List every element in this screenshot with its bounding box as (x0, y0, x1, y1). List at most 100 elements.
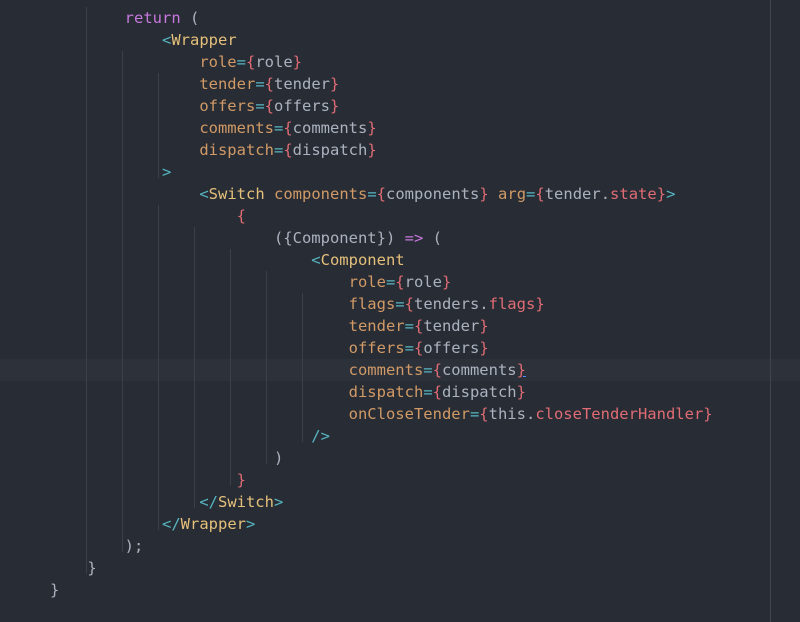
code-line[interactable]: 66 <Wrapper (0, 29, 800, 51)
code-token: comments (199, 119, 274, 137)
line-code: ({Component}) => ( (50, 227, 442, 249)
code-token: = (395, 295, 405, 313)
code-line[interactable]: 91} (0, 579, 800, 601)
code-line[interactable]: 80 offers={offers} (0, 337, 800, 359)
code-line[interactable]: 86 } (0, 469, 800, 491)
code-line[interactable]: 73 <Switch components={components} arg={… (0, 183, 800, 205)
code-token: { (404, 295, 414, 313)
code-token: this. (488, 405, 536, 423)
indent-guide (122, 51, 123, 552)
code-token: dispatch (199, 141, 274, 159)
indent-guide (302, 293, 303, 442)
code-token: { (283, 141, 293, 159)
code-token: role (255, 53, 293, 71)
code-line[interactable]: 81 comments={comments} (0, 359, 800, 381)
code-token: < (311, 251, 321, 269)
line-number: 73 (0, 183, 25, 205)
code-token: tender (274, 75, 330, 93)
code-token: arg (498, 185, 527, 203)
code-token: { (376, 185, 387, 203)
code-line[interactable]: 88 </Wrapper> (0, 513, 800, 535)
line-code: <Switch components={components} arg={ten… (50, 183, 675, 205)
code-line[interactable]: 85 ) (0, 447, 800, 469)
code-token: < (199, 185, 209, 203)
code-token: { (413, 317, 424, 335)
code-line[interactable]: 72 > (0, 161, 800, 183)
code-token: = (404, 317, 414, 335)
code-token: offers (199, 97, 256, 115)
code-token: { (236, 207, 246, 225)
line-code: tender={tender} (50, 315, 489, 337)
code-token: = (255, 75, 265, 93)
code-line[interactable]: 68 tender={tender} (0, 73, 800, 95)
code-token: = (423, 361, 433, 379)
code-line[interactable]: 87 </Switch> (0, 491, 800, 513)
code-token: offers (423, 339, 480, 357)
code-line[interactable]: 75 ({Component}) => ( (0, 227, 800, 249)
code-token: = (273, 141, 284, 159)
code-line[interactable]: 77 role={role} (0, 271, 800, 293)
line-number: 77 (0, 271, 25, 293)
code-token: role (348, 273, 386, 291)
code-token: components (274, 185, 368, 203)
code-line[interactable]: 65 return ( (0, 7, 800, 29)
line-code: ) (50, 447, 283, 469)
code-line[interactable]: 70 comments={comments} (0, 117, 800, 139)
line-number: 92 (0, 601, 25, 622)
code-token: Wrapper (171, 31, 237, 49)
code-line[interactable]: 92 (0, 601, 800, 622)
code-token: dispatch (292, 141, 368, 159)
code-line[interactable]: 74 { (0, 205, 800, 227)
line-number: 88 (0, 513, 25, 535)
line-number: 79 (0, 315, 25, 337)
code-token: > (161, 163, 172, 181)
code-line[interactable]: 89 ); (0, 535, 800, 557)
indent-guide (266, 271, 267, 464)
code-token: Wrapper (180, 515, 246, 533)
code-token: role (404, 273, 442, 291)
code-token: comments (441, 361, 517, 379)
code-line[interactable]: 83 onCloseTender={this.closeTenderHandle… (0, 403, 800, 425)
line-number: 66 (0, 29, 25, 51)
code-token: { (432, 361, 442, 379)
indent-guide (194, 227, 195, 508)
code-token: flags (488, 295, 536, 313)
code-token: = (526, 185, 536, 203)
line-number: 80 (0, 337, 25, 359)
code-token: role (199, 53, 237, 71)
code-line[interactable]: 90 } (0, 557, 800, 579)
code-token: } (441, 273, 452, 291)
code-line[interactable]: 67 role={role} (0, 51, 800, 73)
line-number: 64 (0, 0, 25, 7)
code-token: ({Component}) (50, 229, 405, 247)
code-line[interactable]: 64 (0, 0, 800, 7)
code-token: = (469, 405, 480, 423)
wrap-guide (770, 0, 771, 622)
code-token: = (385, 273, 396, 291)
code-token: </ (161, 515, 181, 533)
line-code: </Switch> (50, 491, 283, 513)
code-token: } (479, 185, 489, 203)
code-token: tenders. (413, 295, 489, 313)
code-line[interactable]: 79 tender={tender} (0, 315, 800, 337)
line-code: offers={offers} (50, 95, 339, 117)
code-line[interactable]: 84 /> (0, 425, 800, 447)
code-line[interactable]: 78 flags={tenders.flags} (0, 293, 800, 315)
code-line[interactable]: 76 <Component (0, 249, 800, 271)
line-number: 76 (0, 249, 25, 271)
code-line[interactable]: 82 dispatch={dispatch} (0, 381, 800, 403)
code-line[interactable]: 71 dispatch={dispatch} (0, 139, 800, 161)
code-editor[interactable]: 6465 return (66 <Wrapper67 role={role}68… (0, 0, 800, 622)
line-number: 65 (0, 7, 25, 29)
code-token: > (245, 515, 256, 533)
code-token: < (161, 31, 172, 49)
code-token: { (535, 185, 545, 203)
code-line[interactable]: 69 offers={offers} (0, 95, 800, 117)
code-token: } (656, 185, 667, 203)
